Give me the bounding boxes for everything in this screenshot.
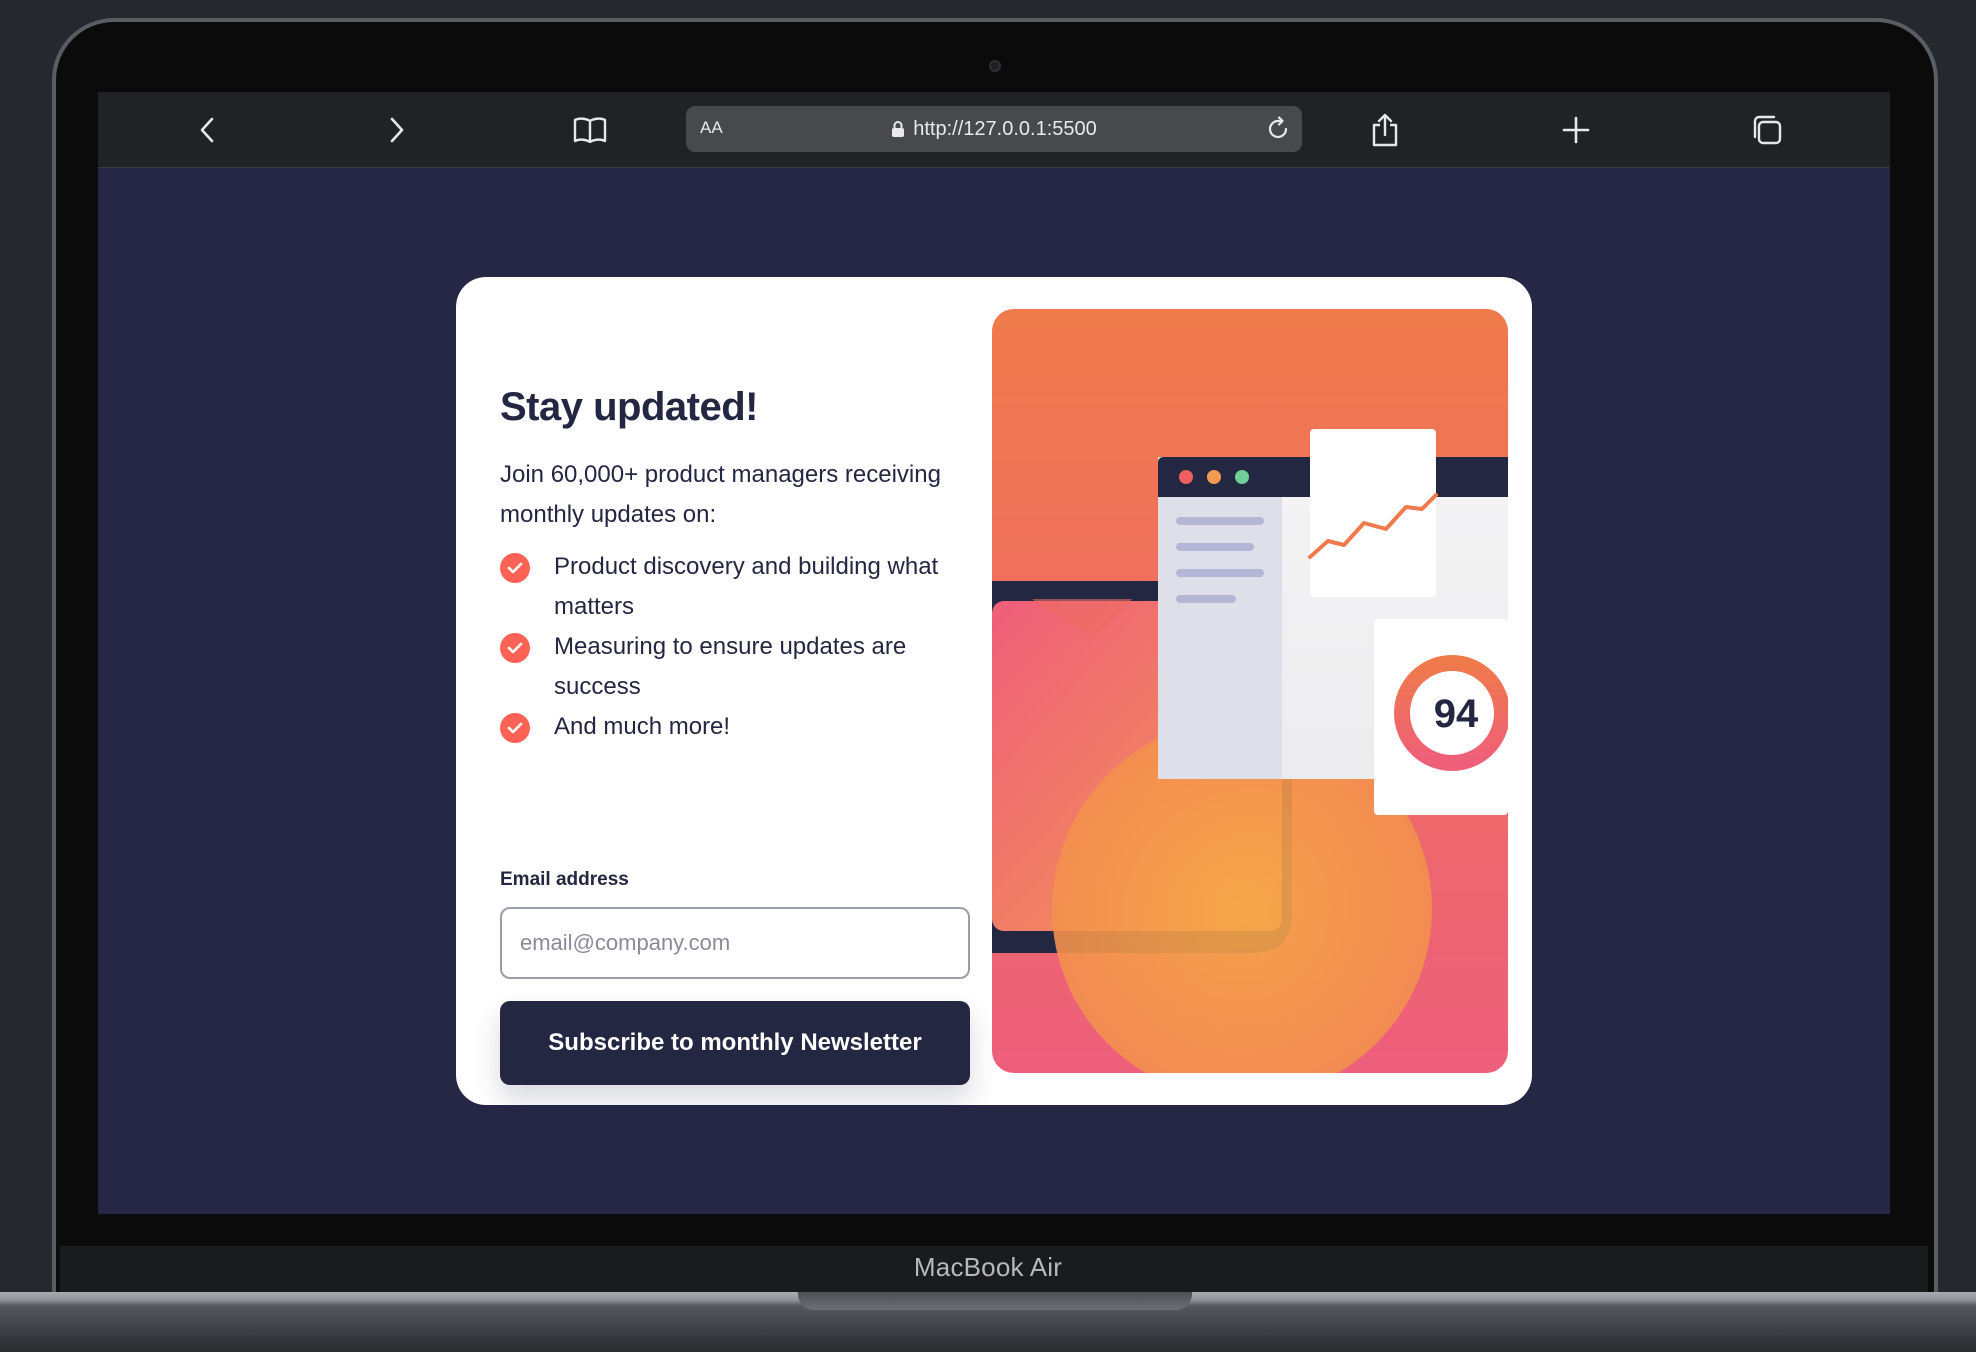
tabs-overview-button[interactable] bbox=[1743, 106, 1791, 154]
email-input[interactable] bbox=[500, 907, 970, 979]
feature-text: And much more! bbox=[554, 713, 731, 740]
feature-list: Product discovery and building what matt… bbox=[500, 547, 980, 747]
forward-icon bbox=[390, 117, 404, 143]
url-text: http://127.0.0.1:5500 bbox=[913, 117, 1097, 140]
share-button[interactable] bbox=[1361, 106, 1409, 154]
scene: AA http://127.0.0.1:5500 Stay updated! J… bbox=[0, 0, 1976, 1352]
illustration-graphic: 94 bbox=[992, 309, 1508, 1073]
camera-icon bbox=[989, 60, 1001, 72]
bookmarks-button[interactable] bbox=[566, 106, 614, 154]
browser-window: AA http://127.0.0.1:5500 Stay updated! J… bbox=[98, 92, 1890, 1214]
url-display: http://127.0.0.1:5500 bbox=[686, 106, 1302, 152]
feature-item: And much more! bbox=[500, 707, 980, 747]
new-tab-button[interactable] bbox=[1552, 106, 1600, 154]
email-label: Email address bbox=[500, 869, 629, 890]
score-value: 94 bbox=[1434, 692, 1479, 736]
new-tab-icon bbox=[1562, 116, 1590, 144]
feature-text: Product discovery and building what matt… bbox=[554, 553, 939, 620]
address-bar[interactable]: AA http://127.0.0.1:5500 bbox=[686, 106, 1302, 152]
share-icon bbox=[1372, 113, 1398, 147]
subscribe-button[interactable]: Subscribe to monthly Newsletter bbox=[500, 1001, 970, 1085]
check-icon bbox=[500, 553, 530, 583]
page-title: Stay updated! bbox=[500, 385, 758, 429]
laptop-hinge-notch bbox=[798, 1292, 1192, 1310]
tabs-icon bbox=[1753, 115, 1782, 145]
forward-button[interactable] bbox=[372, 106, 420, 154]
bookmarks-icon bbox=[573, 117, 607, 144]
lock-icon bbox=[892, 121, 905, 137]
feature-text: Measuring to ensure updates are success bbox=[554, 633, 907, 700]
back-icon bbox=[200, 117, 214, 143]
feature-item: Measuring to ensure updates are success bbox=[500, 627, 980, 707]
hero-illustration: 94 bbox=[992, 309, 1508, 1073]
back-button[interactable] bbox=[184, 106, 232, 154]
check-icon bbox=[500, 713, 530, 743]
check-icon bbox=[500, 633, 530, 663]
newsletter-card: Stay updated! Join 60,000+ product manag… bbox=[456, 277, 1532, 1105]
intro-text: Join 60,000+ product managers receiving … bbox=[500, 461, 941, 528]
reload-button[interactable] bbox=[1262, 113, 1294, 145]
browser-toolbar: AA http://127.0.0.1:5500 bbox=[98, 92, 1890, 168]
feature-item: Product discovery and building what matt… bbox=[500, 547, 980, 627]
reload-icon bbox=[1268, 116, 1288, 139]
device-brand: MacBook Air bbox=[913, 1252, 1063, 1282]
